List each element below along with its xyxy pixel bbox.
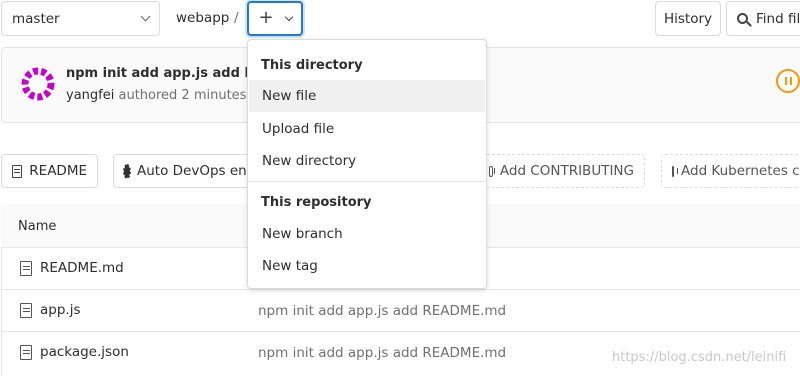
breadcrumb-repo-link[interactable]: webapp [176,10,229,26]
dropdown-divider [248,181,486,182]
commit-author-link[interactable]: yangfei [66,88,114,103]
row-divider [1,289,800,290]
menu-item-new-directory[interactable]: New directory [249,145,485,177]
plus-square-icon [489,165,495,177]
pipeline-paused-icon[interactable] [776,69,800,93]
plus-square-icon [672,165,678,177]
file-icon [20,302,32,318]
auto-devops-button[interactable]: Auto DevOps enabled [113,154,261,188]
menu-item-upload-file[interactable]: Upload file [249,113,485,145]
menu-item-new-tag[interactable]: New tag [249,250,485,282]
watermark: https://blog.csdn.net/leinifi [612,350,787,365]
avatar[interactable] [18,64,56,102]
branch-name: master [12,10,60,27]
add-dropdown-menu: This directory New file Upload file New … [247,39,487,289]
file-name-link[interactable]: package.json [40,344,129,360]
dropdown-header-repository: This repository [261,195,372,210]
column-header-name: Name [18,219,57,234]
auto-devops-label: Auto DevOps enabled [137,163,260,179]
history-button[interactable]: History [655,1,721,36]
search-icon [737,13,748,24]
add-to-tree-button[interactable]: + [247,1,303,36]
file-commit-link[interactable]: npm init add app.js add README.md [258,303,506,319]
menu-item-new-file[interactable]: New file [249,80,485,112]
add-kubernetes-button[interactable]: Add Kubernetes cluster [661,154,800,188]
file-icon [20,260,32,276]
menu-item-new-branch[interactable]: New branch [249,218,485,250]
file-commit-link[interactable]: npm init add app.js add README.md [258,345,506,361]
readme-label: README [29,163,87,179]
file-name-link[interactable]: app.js [40,302,81,318]
plus-icon: + [258,6,274,28]
chevron-down-icon [140,11,151,22]
gear-icon [123,163,131,179]
dropdown-header-directory: This directory [261,58,363,73]
table-row[interactable]: package.json [20,344,129,360]
chevron-down-icon [284,12,293,21]
file-name-link[interactable]: README.md [40,260,124,276]
table-row[interactable]: README.md [20,260,124,276]
row-divider [1,331,800,332]
add-kubernetes-label: Add Kubernetes cluster [681,163,800,179]
doc-icon [12,164,23,178]
file-icon [20,344,32,360]
find-file-label: Find file [756,10,800,27]
commit-meta: yangfei authored 2 minutes ago [66,88,275,103]
find-file-button[interactable]: Find file [726,1,800,36]
readme-button[interactable]: README [1,154,98,188]
branch-select[interactable]: master [1,1,160,36]
add-contributing-button[interactable]: Add CONTRIBUTING [478,154,645,188]
table-row[interactable]: app.js [20,302,81,318]
add-contributing-label: Add CONTRIBUTING [499,163,634,179]
breadcrumb-separator: / [234,10,239,26]
